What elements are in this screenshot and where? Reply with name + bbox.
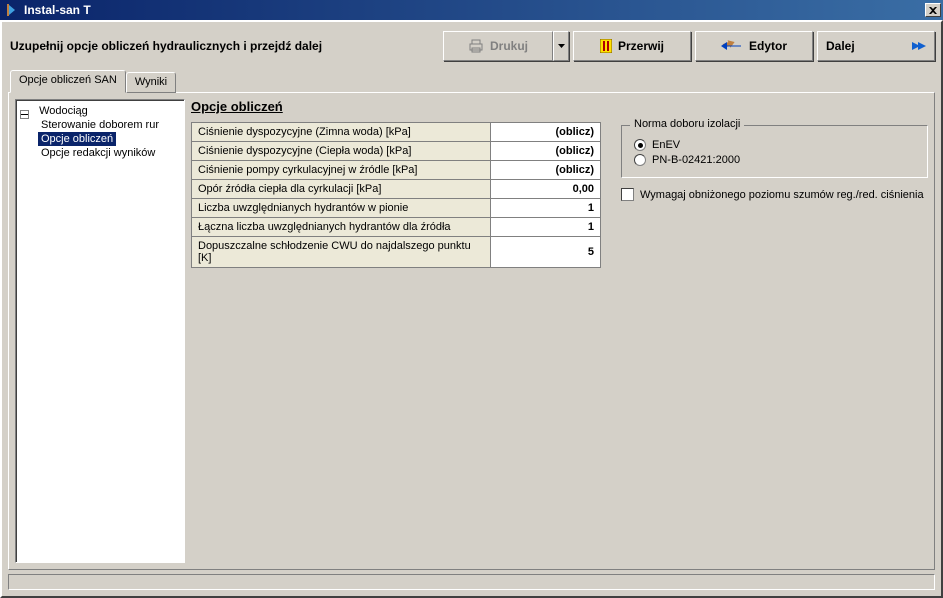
tree-item-label[interactable]: Opcje obliczeń [38, 132, 116, 146]
interrupt-button[interactable]: Przerwij [573, 31, 691, 61]
print-icon [468, 39, 484, 53]
tree-expander-icon[interactable] [20, 110, 29, 119]
tab-page: Wodociąg Sterowanie doborem rur Opcje ob… [8, 92, 935, 570]
window-title: Instal-san T [24, 3, 91, 17]
param-value[interactable]: 1 [491, 199, 601, 218]
param-value[interactable]: 1 [491, 218, 601, 237]
param-label: Dopuszczalne schłodzenie CWU do najdalsz… [192, 237, 491, 268]
tab-results[interactable]: Wyniki [126, 72, 176, 93]
editor-button[interactable]: Edytor [695, 31, 813, 61]
param-value[interactable]: 0,00 [491, 180, 601, 199]
groupbox-title: Norma doboru izolacji [630, 118, 744, 130]
app-icon [4, 2, 20, 18]
tree-root[interactable]: Wodociąg [20, 104, 180, 118]
tree-root-label[interactable]: Wodociąg [36, 104, 91, 118]
checkbox-label: Wymagaj obniżonego poziomu szumów reg./r… [640, 189, 924, 201]
tree-item-label[interactable]: Sterowanie doborem rur [38, 118, 162, 132]
tab-options-san[interactable]: Opcje obliczeń SAN [10, 70, 126, 93]
stop-icon [600, 39, 612, 53]
param-value[interactable]: 5 [491, 237, 601, 268]
param-value[interactable]: (oblicz) [491, 123, 601, 142]
toolbar: Uzupełnij opcje obliczeń hydraulicznych … [8, 28, 935, 64]
param-row: Łączna liczba uwzględnianych hydrantów d… [192, 218, 601, 237]
param-row: Ciśnienie pompy cyrkulacyjnej w źródle [… [192, 161, 601, 180]
radio-label: PN-B-02421:2000 [652, 154, 740, 166]
print-button[interactable]: Drukuj [443, 31, 553, 61]
radio-option[interactable]: EnEV [634, 139, 915, 151]
param-value[interactable]: (oblicz) [491, 161, 601, 180]
checkbox-icon[interactable] [621, 188, 634, 201]
radio-label: EnEV [652, 139, 680, 151]
param-label: Łączna liczba uwzględnianych hydrantów d… [192, 218, 491, 237]
close-button[interactable] [925, 3, 941, 17]
param-row: Dopuszczalne schłodzenie CWU do najdalsz… [192, 237, 601, 268]
status-bar [8, 574, 935, 590]
radio-icon[interactable] [634, 139, 646, 151]
param-row: Opór źródła ciepła dla cyrkulacji [kPa]0… [192, 180, 601, 199]
editor-back-icon [721, 39, 743, 53]
forward-icon [912, 40, 926, 52]
tree-item[interactable]: Opcje redakcji wyników [38, 146, 180, 160]
instruction-text: Uzupełnij opcje obliczeń hydraulicznych … [8, 39, 439, 53]
param-row: Ciśnienie dyspozycyjne (Zimna woda) [kPa… [192, 123, 601, 142]
param-label: Ciśnienie dyspozycyjne (Ciepła woda) [kP… [192, 142, 491, 161]
radio-icon[interactable] [634, 154, 646, 166]
param-label: Ciśnienie dyspozycyjne (Zimna woda) [kPa… [192, 123, 491, 142]
tree-item-label[interactable]: Opcje redakcji wyników [38, 146, 158, 160]
param-value[interactable]: (oblicz) [491, 142, 601, 161]
param-row: Ciśnienie dyspozycyjne (Ciepła woda) [kP… [192, 142, 601, 161]
tab-strip: Opcje obliczeń SAN Wyniki [8, 70, 935, 93]
insulation-groupbox: Norma doboru izolacji EnEV PN-B-02421:20… [621, 125, 928, 178]
title-bar: Instal-san T [0, 0, 943, 20]
param-label: Liczba uwzględnianych hydrantów w pionie [192, 199, 491, 218]
tree-item[interactable]: Opcje obliczeń [38, 132, 180, 146]
panel-heading: Opcje obliczeń [191, 99, 601, 114]
param-label: Ciśnienie pompy cyrkulacyjnej w źródle [… [192, 161, 491, 180]
tree-item[interactable]: Sterowanie doborem rur [38, 118, 180, 132]
params-table: Ciśnienie dyspozycyjne (Zimna woda) [kPa… [191, 122, 601, 268]
tree-view[interactable]: Wodociąg Sterowanie doborem rur Opcje ob… [15, 99, 185, 563]
param-label: Opór źródła ciepła dla cyrkulacji [kPa] [192, 180, 491, 199]
next-button[interactable]: Dalej [817, 31, 935, 61]
print-dropdown[interactable] [553, 31, 569, 61]
radio-option[interactable]: PN-B-02421:2000 [634, 154, 915, 166]
param-row: Liczba uwzględnianych hydrantów w pionie… [192, 199, 601, 218]
noise-checkbox-row[interactable]: Wymagaj obniżonego poziomu szumów reg./r… [621, 188, 928, 201]
